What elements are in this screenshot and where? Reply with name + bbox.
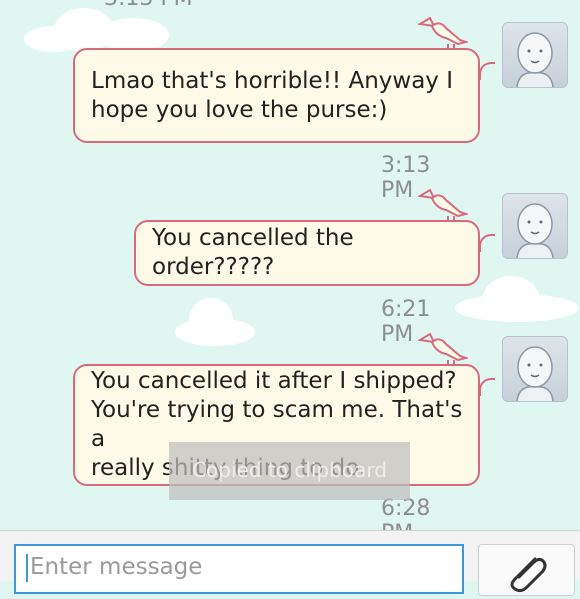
bubble-tail bbox=[479, 378, 495, 396]
message-bubble[interactable]: Lmao that's horrible!! Anyway I hope you… bbox=[73, 48, 480, 143]
paperclip-icon bbox=[510, 557, 547, 593]
message-text-line: You cancelled the order????? bbox=[152, 225, 354, 280]
cloud-decoration bbox=[24, 8, 174, 52]
message-input-placeholder: Enter message bbox=[30, 554, 203, 580]
message-input[interactable]: Enter message bbox=[14, 544, 464, 594]
cloud-decoration bbox=[175, 298, 255, 346]
bird-icon bbox=[418, 332, 468, 364]
user-silhouette-icon bbox=[516, 32, 554, 87]
message-bubble[interactable]: You cancelled the order????? bbox=[134, 220, 480, 286]
avatar[interactable] bbox=[502, 336, 568, 402]
user-silhouette-icon bbox=[516, 346, 554, 401]
avatar[interactable] bbox=[502, 22, 568, 88]
bubble-tail bbox=[479, 234, 495, 252]
bubble-tail bbox=[479, 62, 495, 80]
timestamp: 3:13 PM bbox=[104, 0, 193, 11]
message-text-line: hope you love the purse:) bbox=[91, 96, 388, 123]
bird-icon bbox=[418, 188, 468, 220]
message-text-line: Lmao that's horrible!! Anyway I bbox=[91, 67, 453, 94]
toast-notification: Copied to clipboard bbox=[169, 442, 410, 500]
user-silhouette-icon bbox=[516, 203, 554, 258]
attach-button[interactable] bbox=[478, 544, 575, 596]
message-text-line: You cancelled it after I shipped? bbox=[91, 368, 457, 394]
bird-icon bbox=[418, 16, 468, 48]
avatar[interactable] bbox=[502, 193, 568, 259]
text-cursor bbox=[26, 554, 28, 582]
toast-text: Copied to clipboard bbox=[192, 458, 387, 482]
